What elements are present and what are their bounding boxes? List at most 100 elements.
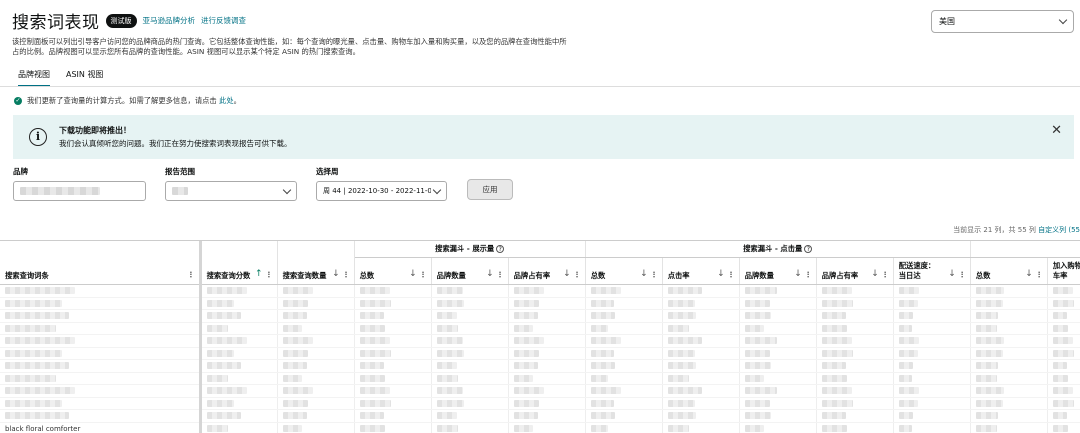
more-icon[interactable]: ⋮ [881,270,888,279]
sort-desc-icon[interactable]: ↓ [794,269,802,279]
sort-asc-icon[interactable]: ↑ [255,269,263,279]
sort-desc-icon[interactable]: ↓ [871,269,879,279]
redacted-value [975,324,997,332]
table-row[interactable] [0,347,1080,360]
brand-input[interactable] [13,181,146,201]
more-icon[interactable]: ⋮ [573,270,580,279]
table-row[interactable] [0,334,1080,348]
value-cell [354,347,432,360]
table-row[interactable] [0,409,1080,423]
sort-desc-icon[interactable]: ↓ [948,269,956,279]
col-clk-rate[interactable]: 点击率 ↓ ⋮ [662,257,740,285]
marketplace-select[interactable]: 美国 [931,10,1074,33]
value-cell [1047,347,1080,360]
more-icon[interactable]: ⋮ [804,270,811,279]
help-icon[interactable]: ? [804,245,813,253]
more-icon[interactable]: ⋮ [496,270,503,279]
value-cell [354,309,432,323]
value-cell [893,397,971,410]
sort-desc-icon[interactable]: ↓ [717,269,725,279]
value-cell [662,372,740,385]
more-icon[interactable]: ⋮ [419,270,426,279]
redacted-value [821,337,852,345]
redacted-value [513,299,539,307]
col-clk-ship-label: 配送速度：当日达 [898,261,936,280]
sort-desc-icon[interactable]: ↓ [486,269,494,279]
table-row[interactable] [0,359,1080,373]
tab-brand-view[interactable]: 品牌视图 [18,69,50,87]
col-cart-rate[interactable]: 加入购物车率 [1047,257,1080,285]
customize-columns-link[interactable]: 自定义列 (55 [1038,226,1080,234]
close-icon[interactable]: ✕ [1051,123,1062,138]
col-volume[interactable]: 搜索查询数量 ↓ ⋮ [277,241,355,285]
chevron-down-icon [432,185,442,194]
table-row[interactable] [0,284,1080,298]
table-row[interactable] [0,297,1080,310]
value-cell [431,309,509,323]
value-cell [816,284,894,298]
range-filter: 报告范围 [165,166,297,201]
col-imp-brand[interactable]: 品牌数量 ↓ ⋮ [431,257,509,285]
table-row[interactable] [0,397,1080,410]
value-cell [1047,334,1080,348]
redacted-value [821,287,852,295]
redacted-value [975,349,1003,357]
value-cell [277,397,355,410]
col-cart-total[interactable]: 总数 ↓ ⋮ [970,257,1048,285]
apply-button[interactable]: 应用 [467,179,513,200]
value-cell [970,297,1048,310]
chevron-down-icon [282,185,292,194]
update-notice: ✓ 我们更新了查询量的计算方式。如需了解更多信息，请点击 此处。 [14,96,241,106]
value-cell [277,347,355,360]
more-icon[interactable]: ⋮ [187,270,194,279]
col-imp-share[interactable]: 品牌占有率 ↓ ⋮ [508,257,586,285]
value-cell [1047,384,1080,398]
more-icon[interactable]: ⋮ [959,270,966,279]
notice-link[interactable]: 此处 [219,96,234,105]
value-cell [200,397,278,410]
table-row[interactable] [0,322,1080,335]
value-cell [508,284,586,298]
help-icon[interactable]: ? [496,245,505,253]
value-cell [662,409,740,423]
period-select[interactable]: 周 44 | 2022-10-30 - 2022-11-0 [316,181,447,201]
more-icon[interactable]: ⋮ [650,270,657,279]
more-icon[interactable]: ⋮ [727,270,734,279]
col-clk-ship[interactable]: 配送速度：当日达 ↓ ⋮ [893,257,971,285]
col-clk-brand[interactable]: 品牌数量 ↓ ⋮ [739,257,817,285]
tab-asin-view[interactable]: ASIN 视图 [66,69,103,87]
value-cell [1047,359,1080,373]
table-row[interactable] [0,309,1080,323]
redacted-value [898,349,918,357]
sort-desc-icon[interactable]: ↓ [563,269,571,279]
sort-desc-icon[interactable]: ↓ [640,269,648,279]
col-query[interactable]: 搜索查询词条 ⋮ [0,241,202,285]
col-cart-total-label: 总数 [975,271,991,280]
value-cell [816,422,894,433]
table-row[interactable]: black floral comforter [0,422,1080,433]
download-banner: i 下载功能即将推出！ 我们会认真倾听您的问题。我们正在努力使搜索词表现报告可供… [13,115,1074,159]
redacted-value [667,374,689,382]
col-score[interactable]: 搜索查询分数 ↑ ⋮ [200,241,278,285]
sort-desc-icon[interactable]: ↓ [409,269,417,279]
redacted-value [667,362,696,370]
redacted-value [744,287,777,295]
col-imp-total[interactable]: 总数 ↓ ⋮ [354,257,432,285]
table-row[interactable] [0,372,1080,385]
value-cell [585,409,663,423]
more-icon[interactable]: ⋮ [1036,270,1043,279]
col-clk-share[interactable]: 品牌占有率 ↓ ⋮ [816,257,894,285]
feedback-link[interactable]: 进行反馈调查 [201,15,246,26]
range-select[interactable] [165,181,297,201]
value-cell [354,422,432,433]
more-icon[interactable]: ⋮ [342,270,349,279]
sort-desc-icon[interactable]: ↓ [332,269,340,279]
value-cell [816,372,894,385]
col-clk-total[interactable]: 总数 ↓ ⋮ [585,257,663,285]
sort-desc-icon[interactable]: ↓ [1025,269,1033,279]
more-icon[interactable]: ⋮ [265,270,272,279]
brand-analytics-link[interactable]: 亚马逊品牌分析 [143,15,196,26]
redacted-value [359,399,391,407]
table-row[interactable] [0,384,1080,398]
redacted-value [898,412,913,420]
